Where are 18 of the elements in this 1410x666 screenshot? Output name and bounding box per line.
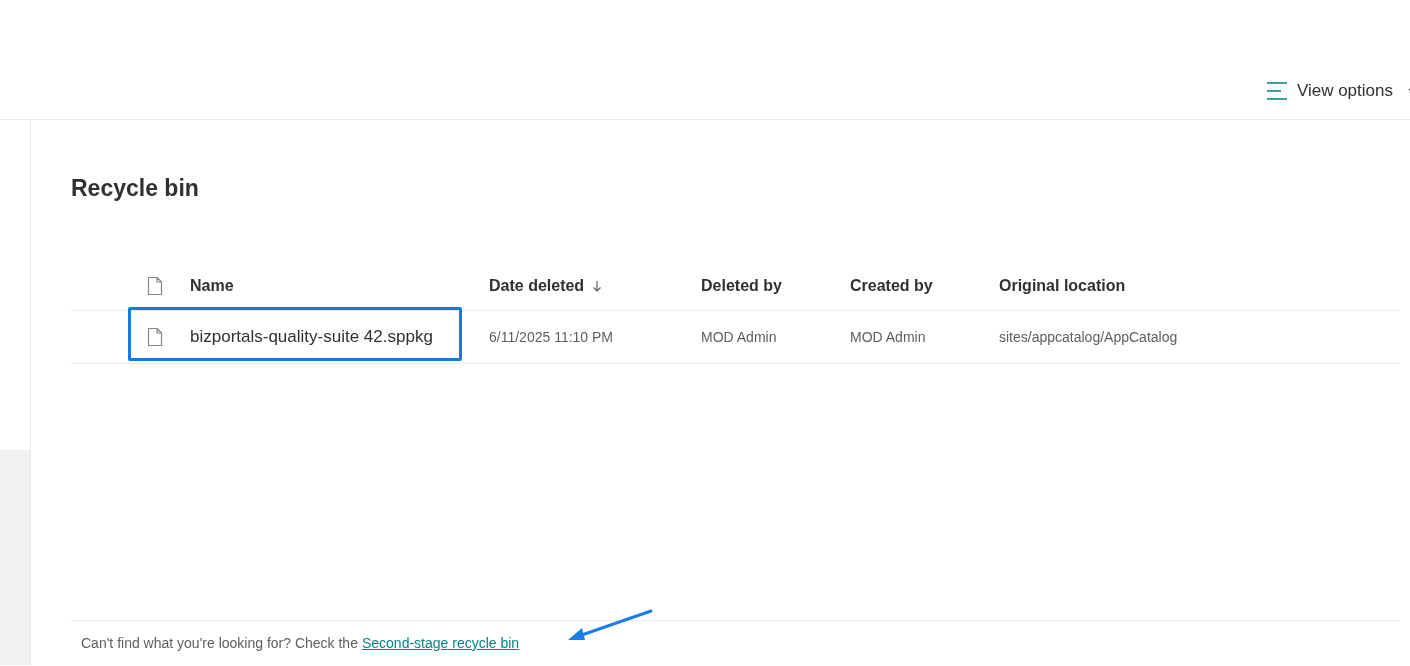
column-header[interactable]: Name xyxy=(190,276,234,295)
column-header[interactable]: Original location xyxy=(999,276,1126,295)
table-cell: 6/11/2025 11:10 PM xyxy=(489,329,614,345)
footer-text: Can't find what you're looking for? Check the xyxy=(81,635,358,651)
column-header[interactable]: Created by xyxy=(850,276,933,295)
file-name[interactable]: bizportals-quality-suite 42.sppkg xyxy=(190,327,433,346)
menu-lines-icon xyxy=(1266,82,1288,100)
file-icon xyxy=(147,327,163,347)
column-header[interactable]: Date deleted xyxy=(489,276,603,295)
second-stage-link[interactable]: Second-stage recycle bin xyxy=(361,635,520,651)
table-cell: MOD Admin xyxy=(701,329,777,345)
file-type-icon xyxy=(147,275,163,296)
column-header[interactable]: Deleted by xyxy=(701,276,782,295)
table-cell: sites/appcatalog/AppCatalog xyxy=(999,329,1178,345)
sort-down-icon xyxy=(592,279,603,292)
table-cell: MOD Admin xyxy=(850,329,926,345)
view-options-button[interactable]: View options xyxy=(1266,78,1410,104)
page-title: Recycle bin xyxy=(71,174,199,202)
